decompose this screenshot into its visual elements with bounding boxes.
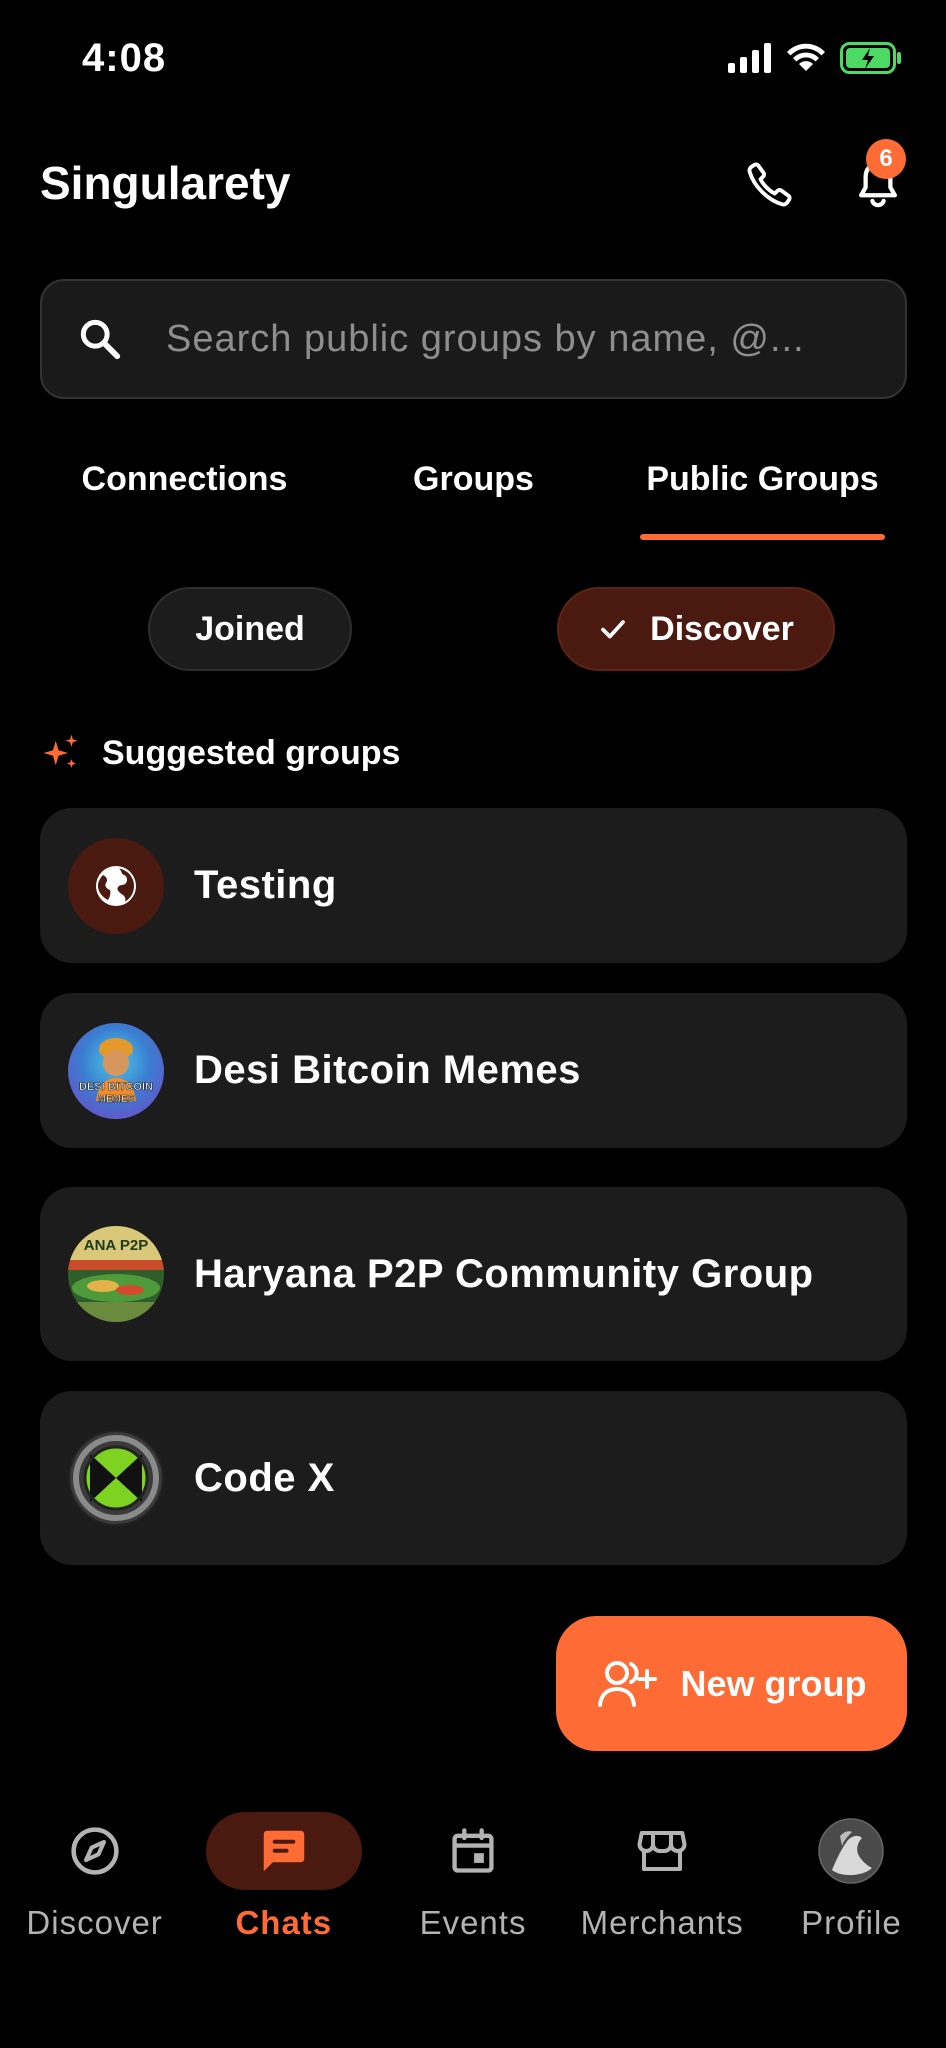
filter-discover-chip[interactable]: Discover <box>557 587 835 671</box>
app-header: Singularety 6 <box>40 139 906 230</box>
filter-joined-chip[interactable]: Joined <box>148 587 352 671</box>
nav-events-label: Events <box>419 1904 527 1941</box>
nav-chats-label: Chats <box>235 1904 333 1941</box>
filter-discover-label: Discover <box>650 609 794 648</box>
search-input[interactable] <box>166 317 905 361</box>
search-icon <box>74 313 126 365</box>
call-button[interactable] <box>738 152 802 216</box>
battery-icon <box>840 42 901 74</box>
signal-icon <box>728 43 771 73</box>
nav-chats-icon-wrap <box>205 1812 362 1890</box>
nav-merchants-label: Merchants <box>580 1904 744 1941</box>
nav-events-icon-wrap <box>395 1812 551 1890</box>
haryana-avatar-image: ANA P2P <box>68 1226 164 1322</box>
status-time: 4:08 <box>82 36 167 80</box>
suggested-groups-title: Suggested groups <box>102 733 401 772</box>
nav-merchants[interactable]: Merchants <box>568 1800 757 1960</box>
nav-profile[interactable]: Profile <box>757 1800 946 1960</box>
group-card-haryana-p2p[interactable]: ANA P2P Haryana P2P Community Group <box>40 1187 907 1361</box>
nav-discover-icon-wrap <box>17 1812 173 1890</box>
group-name: Haryana P2P Community Group <box>194 1251 814 1296</box>
status-icons <box>728 42 902 74</box>
bottom-navigation: Discover Chats Events Merchants Profile <box>0 1800 946 1960</box>
group-name: Desi Bitcoin Memes <box>194 1048 581 1092</box>
checkmark-icon <box>601 620 626 639</box>
svg-text:DESI BITCOIN: DESI BITCOIN <box>79 1081 153 1093</box>
app-title: Singularety <box>40 157 291 209</box>
add-user-icon <box>597 1660 657 1707</box>
omnitrix-icon <box>70 1432 162 1524</box>
group-name: Testing <box>194 863 337 907</box>
globe-icon <box>96 865 136 906</box>
compass-icon <box>70 1827 119 1875</box>
nav-profile-label: Profile <box>801 1904 902 1941</box>
tab-public-groups[interactable]: Public Groups <box>618 440 907 540</box>
sparkle-icon <box>43 734 78 768</box>
profile-avatar <box>818 1818 885 1884</box>
new-group-label: New group <box>680 1662 867 1704</box>
search-bar <box>40 279 907 399</box>
filter-joined-label: Joined <box>195 609 305 648</box>
group-card-testing[interactable]: Testing <box>40 808 907 963</box>
group-name: Code X <box>194 1455 335 1500</box>
group-avatar: ANA P2P <box>68 1226 164 1322</box>
nav-merchants-icon-wrap <box>584 1812 740 1890</box>
group-avatar: DESI BITCOIN MEMES <box>68 1022 164 1119</box>
wifi-icon <box>787 43 825 71</box>
calendar-icon <box>452 1828 494 1873</box>
tab-groups[interactable]: Groups <box>329 440 618 540</box>
meme-avatar-image: DESI BITCOIN MEMES <box>79 1037 153 1105</box>
phone-icon <box>747 162 792 207</box>
svg-text:ANA P2P: ANA P2P <box>84 1237 148 1254</box>
nav-chats[interactable]: Chats <box>189 1800 378 1960</box>
suggested-groups-heading: Suggested groups <box>40 732 400 774</box>
chat-tabs: Connections Groups Public Groups <box>40 440 907 540</box>
nav-profile-icon-wrap <box>773 1812 929 1890</box>
nav-events[interactable]: Events <box>378 1800 567 1960</box>
tab-connections[interactable]: Connections <box>40 440 329 540</box>
nav-discover[interactable]: Discover <box>0 1800 189 1960</box>
group-avatar <box>68 1430 164 1526</box>
storefront-icon <box>637 1830 687 1872</box>
new-group-button[interactable]: New group <box>556 1616 907 1751</box>
group-card-desi-bitcoin-memes[interactable]: DESI BITCOIN MEMES Desi Bitcoin Memes <box>40 993 907 1148</box>
svg-text:MEMES: MEMES <box>98 1094 135 1105</box>
group-card-code-x[interactable]: Code X <box>40 1391 907 1565</box>
group-avatar <box>68 837 164 934</box>
notification-badge: 6 <box>866 139 906 179</box>
chat-bubble-icon <box>263 1830 305 1872</box>
nav-discover-label: Discover <box>26 1904 163 1941</box>
status-bar: 4:08 <box>0 0 946 120</box>
